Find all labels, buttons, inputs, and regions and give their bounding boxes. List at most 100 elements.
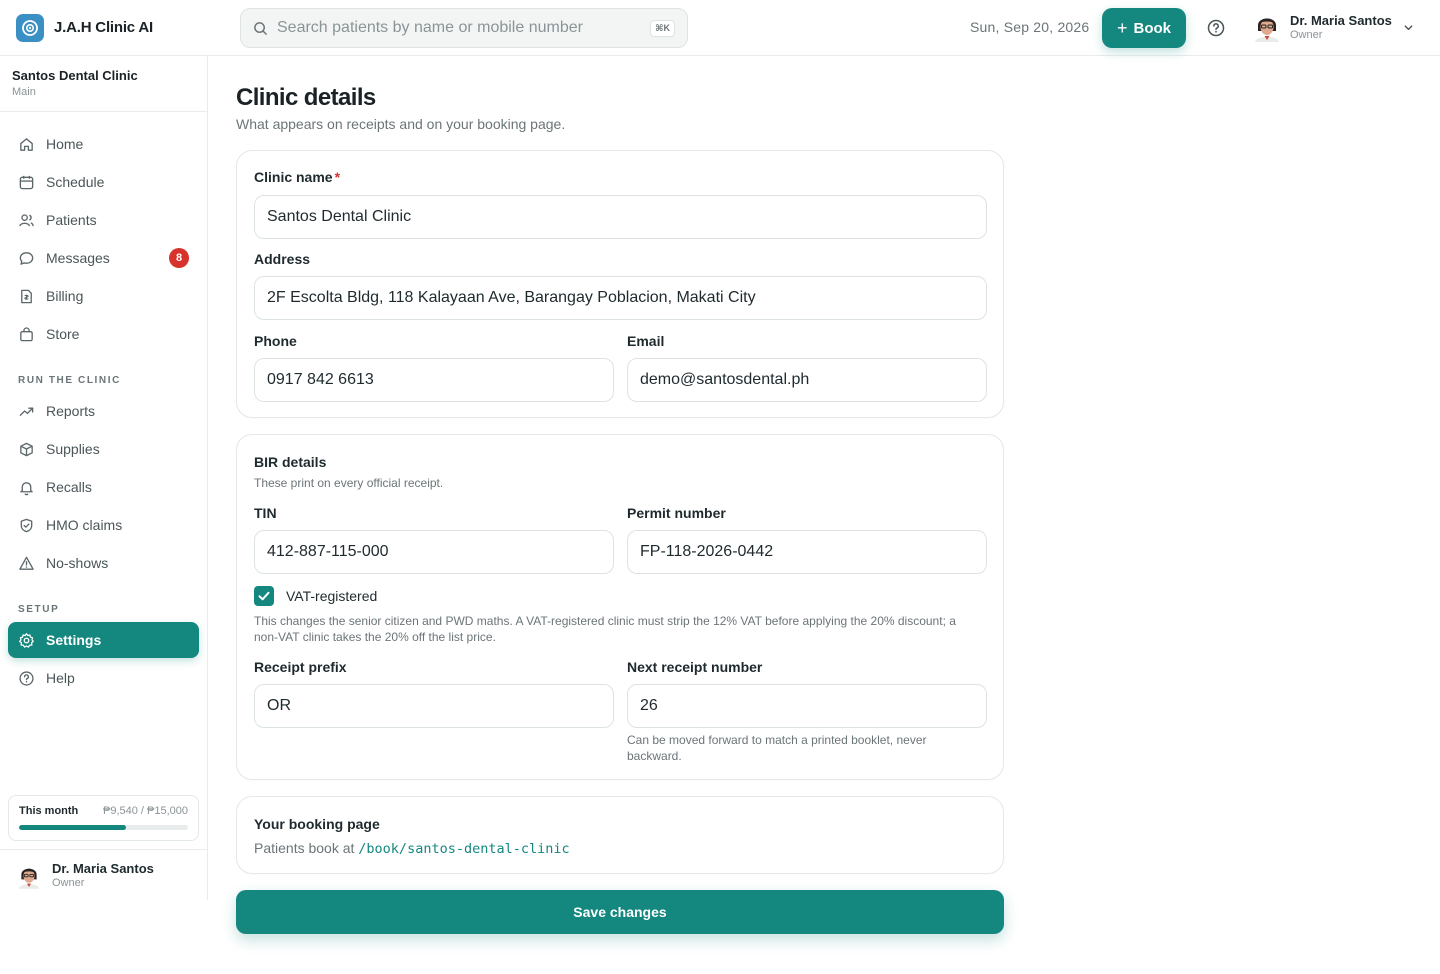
bir-subtitle: These print on every official receipt.	[254, 476, 444, 490]
sidebar-item-label: Help	[46, 670, 75, 686]
box-icon	[20, 442, 33, 456]
sidebar-item-label: Messages	[46, 250, 110, 266]
bag-icon	[20, 326, 33, 341]
user-name: Dr. Maria Santos	[1290, 13, 1392, 28]
search-bar[interactable]: ⌘K	[240, 8, 688, 48]
sidebar-item-billing[interactable]: Billing	[8, 278, 199, 314]
setup-nav: Settings Help	[8, 622, 199, 696]
bir-details-card: BIR details These print on every officia…	[236, 434, 1004, 780]
section-label-run: RUN THE CLINIC	[18, 375, 121, 386]
sidebar-item-hmo-claims[interactable]: HMO claims	[8, 507, 199, 543]
plus-icon: +	[1116, 17, 1128, 38]
sidebar-item-label: Recalls	[46, 479, 92, 495]
permit-input[interactable]	[627, 530, 987, 574]
bell-icon	[20, 481, 33, 495]
user-menu[interactable]: Dr. Maria Santos Owner	[1254, 12, 1392, 42]
sidebar-item-label: Home	[46, 136, 84, 152]
vat-help-text: This changes the senior citizen and PWD …	[254, 614, 956, 644]
booking-prefix: Patients book at	[254, 840, 355, 856]
user-role: Owner	[1290, 29, 1323, 41]
sidebar: Santos Dental Clinic Main Home Schedule …	[0, 56, 208, 900]
monthly-usage-card: This month ₱9,540 / ₱15,000	[8, 795, 199, 841]
booking-title: Your booking page	[254, 816, 380, 832]
next-receipt-input[interactable]	[627, 684, 987, 728]
booking-page-card: Your booking page Patients book at /book…	[236, 796, 1004, 874]
sidebar-item-label: Patients	[46, 212, 97, 228]
sidebar-item-home[interactable]: Home	[8, 126, 199, 162]
email-label: Email	[627, 333, 665, 349]
chevron-down-icon[interactable]	[1403, 22, 1414, 33]
help-icon[interactable]	[1207, 19, 1225, 37]
shield-icon	[20, 518, 33, 532]
warning-icon	[19, 556, 34, 570]
address-input[interactable]	[254, 276, 987, 320]
next-receipt-label: Next receipt number	[627, 659, 763, 675]
sidebar-item-store[interactable]: Store	[8, 316, 199, 352]
logo-icon	[16, 13, 44, 42]
sidebar-item-label: Reports	[46, 403, 96, 419]
page-title: Clinic details	[236, 84, 376, 111]
unread-badge: 8	[169, 248, 189, 268]
search-icon	[254, 21, 267, 35]
sidebar-item-label: Settings	[46, 632, 102, 648]
sidebar-item-label: Supplies	[46, 441, 100, 457]
user-name: Dr. Maria Santos	[52, 861, 154, 876]
vat-checkbox[interactable]	[254, 586, 274, 606]
sidebar-item-schedule[interactable]: Schedule	[8, 164, 199, 200]
sidebar-item-label: Store	[46, 326, 80, 342]
sidebar-item-help[interactable]: Help	[8, 660, 199, 696]
required-mark: *	[334, 169, 341, 185]
usage-progress-fill	[19, 825, 127, 830]
tin-label: TIN	[254, 505, 277, 521]
vat-label[interactable]: VAT-registered	[286, 588, 377, 604]
page-subtitle: What appears on receipts and on your boo…	[236, 116, 566, 132]
top-bar: J.A.H Clinic AI ⌘K Sun, Sep 20, 2026 + B…	[0, 0, 1440, 56]
email-input[interactable]	[627, 358, 987, 402]
book-button[interactable]: + Book	[1102, 8, 1186, 48]
sidebar-item-label: Schedule	[46, 174, 105, 190]
booking-url-row: Patients book at /book/santos-dental-cli…	[254, 840, 570, 857]
clinic-name-input[interactable]	[254, 195, 987, 239]
trend-icon	[19, 407, 34, 416]
sidebar-item-messages[interactable]: Messages 8	[8, 240, 199, 276]
section-label-setup: SETUP	[18, 604, 60, 615]
home-icon	[20, 137, 33, 151]
gear-icon	[19, 632, 34, 648]
shortcut-hint: ⌘K	[650, 19, 675, 37]
message-icon	[19, 251, 34, 265]
clinic-branch: Main	[12, 86, 36, 98]
clinic-switcher[interactable]: Santos Dental Clinic Main	[0, 56, 207, 112]
sidebar-item-label: HMO claims	[46, 517, 123, 533]
app-name: J.A.H Clinic AI	[54, 19, 153, 36]
usage-progress-bar	[19, 825, 188, 830]
sidebar-item-label: No-shows	[46, 555, 109, 571]
brand[interactable]: J.A.H Clinic AI	[0, 13, 208, 42]
receipt-icon	[21, 289, 32, 303]
main-nav: Home Schedule Patients Messages 8 Billin…	[8, 126, 199, 352]
sidebar-item-reports[interactable]: Reports	[8, 393, 199, 429]
search-input[interactable]	[277, 19, 651, 37]
month-label: This month	[19, 805, 79, 817]
sidebar-item-patients[interactable]: Patients	[8, 202, 199, 238]
sidebar-item-settings[interactable]: Settings	[8, 622, 199, 658]
phone-label: Phone	[254, 333, 297, 349]
sidebar-item-recalls[interactable]: Recalls	[8, 469, 199, 505]
calendar-icon	[19, 175, 34, 189]
book-label: Book	[1133, 19, 1172, 37]
sidebar-item-no-shows[interactable]: No-shows	[8, 545, 199, 581]
clinic-info-card: Clinic name* Address Phone Email	[236, 150, 1004, 418]
receipt-prefix-label: Receipt prefix	[254, 659, 347, 675]
current-date: Sun, Sep 20, 2026	[970, 19, 1090, 35]
receipt-prefix-input[interactable]	[254, 684, 614, 728]
users-icon	[19, 213, 34, 226]
run-nav: Reports Supplies Recalls HMO claims No-s…	[8, 393, 199, 581]
sidebar-user[interactable]: Dr. Maria Santos Owner	[0, 849, 207, 890]
phone-input[interactable]	[254, 358, 614, 402]
booking-url[interactable]: /book/santos-dental-clinic	[358, 841, 569, 857]
address-label: Address	[254, 251, 311, 267]
tin-input[interactable]	[254, 530, 614, 574]
sidebar-item-supplies[interactable]: Supplies	[8, 431, 199, 467]
save-changes-button[interactable]: Save changes	[236, 890, 1004, 934]
avatar	[18, 868, 40, 889]
bir-title: BIR details	[254, 454, 327, 470]
